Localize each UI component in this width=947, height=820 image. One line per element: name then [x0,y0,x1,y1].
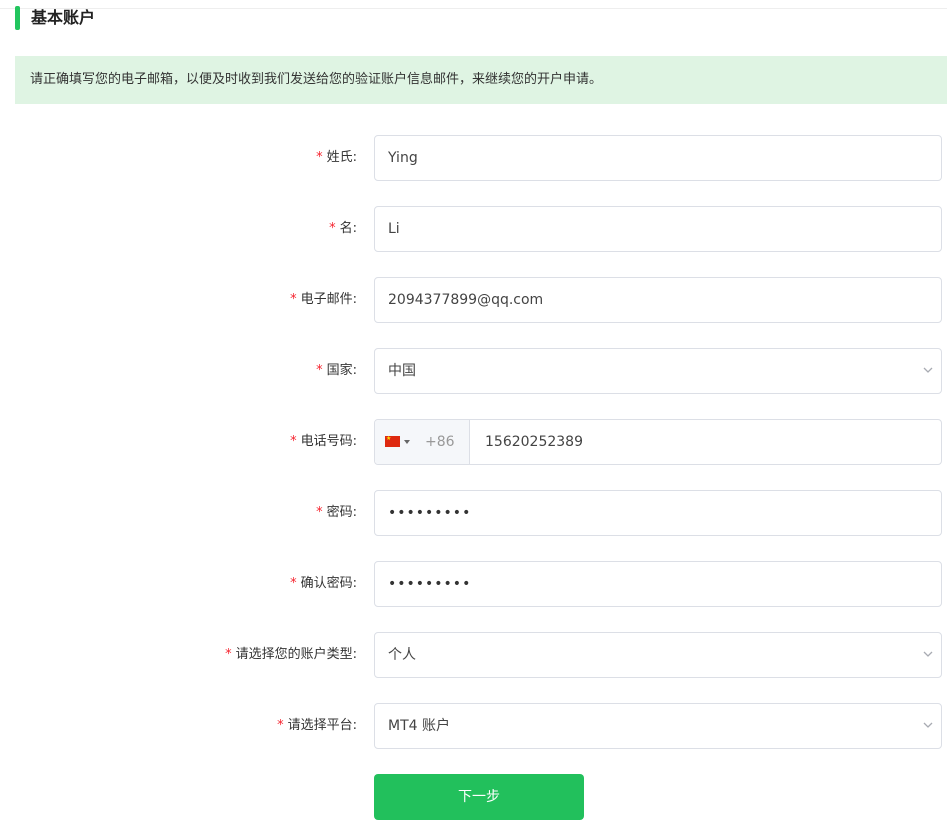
platform-row: * 请选择平台: MT4 账户 [0,703,947,749]
country-select[interactable]: 中国 [374,348,942,394]
china-flag-icon: ★ [385,436,400,447]
country-label: * 国家: [316,363,357,378]
email-row: * 电子邮件: 2094377899@qq.com [0,277,947,323]
phone-input[interactable]: ★ +86 15620252389 [374,419,942,465]
required-mark: * [225,647,232,662]
confirm-password-row: * 确认密码: ••••••••• [0,561,947,607]
last-name-input[interactable]: Ying [374,135,942,181]
first-name-label: * 名: [329,221,357,236]
first-name-input[interactable]: Li [374,206,942,252]
password-input[interactable]: ••••••••• [374,490,942,536]
email-label: * 电子邮件: [290,292,357,307]
country-value: 中国 [388,363,416,379]
required-mark: * [316,363,323,378]
account-type-select[interactable]: 个人 [374,632,942,678]
required-mark: * [290,292,297,307]
phone-value: 15620252389 [485,434,583,450]
platform-select[interactable]: MT4 账户 [374,703,942,749]
required-mark: * [290,576,297,591]
password-mask: ••••••••• [388,505,472,521]
email-notice: 请正确填写您的电子邮箱，以便及时收到我们发送给您的验证账户信息邮件，来继续您的开… [15,56,947,104]
top-divider [0,8,947,9]
phone-label: * 电话号码: [290,434,357,449]
first-name-row: * 名: Li [0,206,947,252]
required-mark: * [316,150,323,165]
password-row: * 密码: ••••••••• [0,490,947,536]
country-row: * 国家: 中国 [0,348,947,394]
platform-label: * 请选择平台: [277,718,357,733]
last-name-label: * 姓氏: [316,150,357,165]
phone-row: * 电话号码: ★ +86 15620252389 [0,419,947,465]
first-name-value: Li [388,221,400,237]
confirm-password-input[interactable]: ••••••••• [374,561,942,607]
chevron-down-icon [923,366,933,374]
required-mark: * [316,505,323,520]
last-name-row: * 姓氏: Ying [0,135,947,181]
account-type-row: * 请选择您的账户类型: 个人 [0,632,947,678]
dial-code: +86 [425,434,455,450]
last-name-value: Ying [388,150,418,166]
required-mark: * [290,434,297,449]
email-input[interactable]: 2094377899@qq.com [374,277,942,323]
platform-value: MT4 账户 [388,718,450,734]
required-mark: * [277,718,284,733]
caret-down-icon [404,440,410,444]
password-label: * 密码: [316,505,357,520]
title-accent-bar [15,6,20,30]
country-code-selector[interactable]: ★ +86 [375,420,470,464]
required-mark: * [329,221,336,236]
chevron-down-icon [923,721,933,729]
account-type-label: * 请选择您的账户类型: [225,647,357,662]
email-value: 2094377899@qq.com [388,292,544,308]
confirm-password-label: * 确认密码: [290,576,357,591]
confirm-password-mask: ••••••••• [388,576,472,592]
section-title: 基本账户 [31,8,96,27]
next-step-button[interactable]: 下一步 [374,774,584,820]
chevron-down-icon [923,650,933,658]
account-type-value: 个人 [388,647,416,663]
